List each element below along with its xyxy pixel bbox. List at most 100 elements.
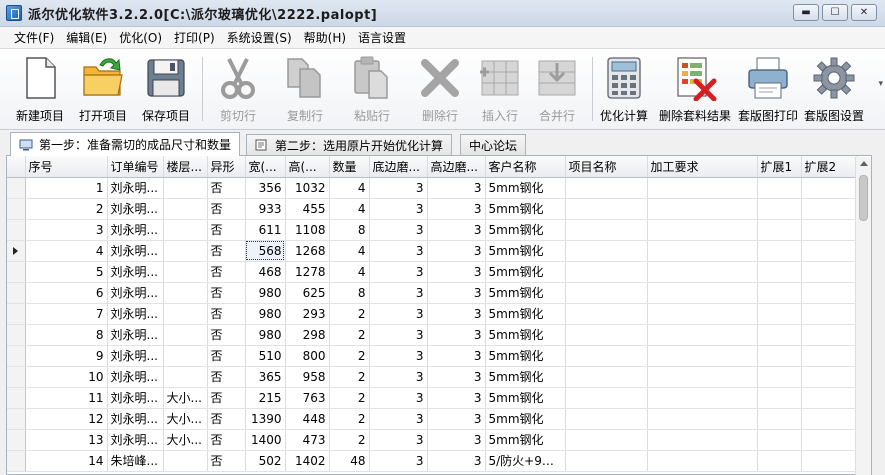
row-selector[interactable] xyxy=(7,219,26,241)
grid-cell[interactable]: 7 xyxy=(25,303,108,325)
grid-cell[interactable]: 2 xyxy=(329,429,370,451)
grid-cell[interactable]: 3 xyxy=(25,219,108,241)
grid-cell[interactable] xyxy=(801,408,858,430)
grid-cell[interactable]: 473 xyxy=(285,429,330,451)
grid-cell[interactable]: 否 xyxy=(207,345,246,367)
grid-cell[interactable] xyxy=(757,408,802,430)
grid-cell[interactable]: 刘永明... xyxy=(107,240,164,262)
table-row[interactable]: 3 刘永明... 否 611 1108 8 3 3 5mm钢化 xyxy=(7,219,858,241)
grid-cell[interactable]: 否 xyxy=(207,429,246,451)
grid-cell[interactable]: 958 xyxy=(285,366,330,388)
grid-cell[interactable] xyxy=(565,324,648,346)
column-header[interactable]: 扩展1 xyxy=(757,156,802,178)
grid-cell[interactable]: 否 xyxy=(207,261,246,283)
grid-cell[interactable] xyxy=(163,261,208,283)
row-selector[interactable] xyxy=(7,303,26,325)
column-header[interactable]: 宽(... xyxy=(245,156,286,178)
grid-cell[interactable] xyxy=(647,429,758,451)
row-selector[interactable] xyxy=(7,366,26,388)
grid-cell[interactable]: 980 xyxy=(245,282,286,304)
grid-cell[interactable]: 3 xyxy=(427,366,486,388)
grid-cell[interactable]: 980 xyxy=(245,324,286,346)
grid-cell[interactable] xyxy=(647,345,758,367)
grid-cell[interactable]: 1032 xyxy=(285,177,330,199)
menu-file[interactable]: 文件(F) xyxy=(8,27,60,49)
grid-cell[interactable]: 3 xyxy=(427,324,486,346)
grid-cell[interactable]: 3 xyxy=(369,450,428,472)
scroll-up-icon[interactable] xyxy=(860,161,868,166)
grid-cell[interactable]: 否 xyxy=(207,450,246,472)
row-selector[interactable] xyxy=(7,240,26,262)
grid-cell[interactable] xyxy=(757,303,802,325)
grid-cell[interactable] xyxy=(163,303,208,325)
grid-cell[interactable] xyxy=(163,177,208,199)
menu-language[interactable]: 语言设置 xyxy=(352,27,412,49)
grid-cell[interactable]: 3 xyxy=(369,366,428,388)
grid-cell[interactable] xyxy=(757,387,802,409)
grid-cell[interactable]: 365 xyxy=(245,366,286,388)
grid-cell[interactable]: 5mm钢化 xyxy=(485,219,566,241)
grid-cell[interactable] xyxy=(757,240,802,262)
tab-step2[interactable]: 第二步：选用原片开始优化计算 xyxy=(246,134,453,155)
grid-cell[interactable] xyxy=(801,387,858,409)
grid-cell[interactable] xyxy=(647,324,758,346)
column-header[interactable]: 序号 xyxy=(25,156,108,178)
grid-cell[interactable] xyxy=(757,345,802,367)
row-selector[interactable] xyxy=(7,450,26,472)
grid-cell[interactable]: 763 xyxy=(285,387,330,409)
grid-cell[interactable]: 3 xyxy=(369,261,428,283)
grid-cell[interactable] xyxy=(801,177,858,199)
grid-cell[interactable]: 3 xyxy=(369,429,428,451)
grid-cell[interactable]: 48 xyxy=(329,450,370,472)
grid-cell[interactable] xyxy=(801,219,858,241)
grid-cell[interactable]: 2 xyxy=(329,303,370,325)
scrollbar-thumb[interactable] xyxy=(859,175,868,221)
grid-cell[interactable]: 大小... xyxy=(163,429,208,451)
grid-cell[interactable]: 1268 xyxy=(285,240,330,262)
table-row[interactable]: 5 刘永明... 否 468 1278 4 3 3 5mm钢化 xyxy=(7,261,858,283)
grid-cell[interactable]: 否 xyxy=(207,240,246,262)
tab-forum[interactable]: 中心论坛 xyxy=(460,134,527,155)
close-button[interactable]: ✕ xyxy=(851,4,877,21)
column-header[interactable]: 扩展2 xyxy=(801,156,858,178)
grid-cell[interactable] xyxy=(801,198,858,220)
grid-cell[interactable]: 455 xyxy=(285,198,330,220)
grid-cell[interactable]: 298 xyxy=(285,324,330,346)
row-selector[interactable] xyxy=(7,282,26,304)
grid-cell[interactable] xyxy=(163,219,208,241)
column-header[interactable]: 底边磨... xyxy=(369,156,428,178)
grid-cell[interactable]: 2 xyxy=(329,387,370,409)
open-project-button[interactable]: 打开项目 xyxy=(74,49,132,129)
grid-cell[interactable] xyxy=(565,303,648,325)
grid-cell[interactable]: 3 xyxy=(427,177,486,199)
grid-cell[interactable] xyxy=(565,219,648,241)
column-header[interactable]: 高边磨... xyxy=(427,156,486,178)
grid-cell[interactable]: 1278 xyxy=(285,261,330,283)
grid-cell[interactable]: 4 xyxy=(329,240,370,262)
grid-cell[interactable] xyxy=(565,450,648,472)
tab-step1[interactable]: 第一步：准备需切的成品尺寸和数量 xyxy=(10,132,241,156)
grid-cell[interactable]: 否 xyxy=(207,282,246,304)
grid-cell[interactable]: 5mm钢化 xyxy=(485,387,566,409)
grid-cell[interactable] xyxy=(757,198,802,220)
grid-cell[interactable]: 1402 xyxy=(285,450,330,472)
minimize-button[interactable]: ▬ xyxy=(793,4,819,21)
grid-cell[interactable]: 3 xyxy=(369,408,428,430)
grid-cell[interactable]: 5 xyxy=(25,261,108,283)
grid-cell[interactable]: 否 xyxy=(207,324,246,346)
grid-cell[interactable] xyxy=(757,177,802,199)
grid-cell[interactable]: 3 xyxy=(369,198,428,220)
grid-cell[interactable] xyxy=(647,219,758,241)
grid-cell[interactable]: 5mm钢化 xyxy=(485,303,566,325)
grid-cell[interactable]: 刘永明... xyxy=(107,303,164,325)
grid-cell[interactable]: 否 xyxy=(207,198,246,220)
grid-cell[interactable]: 356 xyxy=(245,177,286,199)
grid-cell[interactable]: 3 xyxy=(427,387,486,409)
grid-cell[interactable] xyxy=(163,345,208,367)
grid-cell[interactable]: 3 xyxy=(427,282,486,304)
grid-cell[interactable]: 3 xyxy=(427,303,486,325)
grid-cell[interactable]: 否 xyxy=(207,177,246,199)
grid-cell[interactable]: 502 xyxy=(245,450,286,472)
grid-cell[interactable]: 1 xyxy=(25,177,108,199)
grid-cell[interactable]: 3 xyxy=(369,219,428,241)
